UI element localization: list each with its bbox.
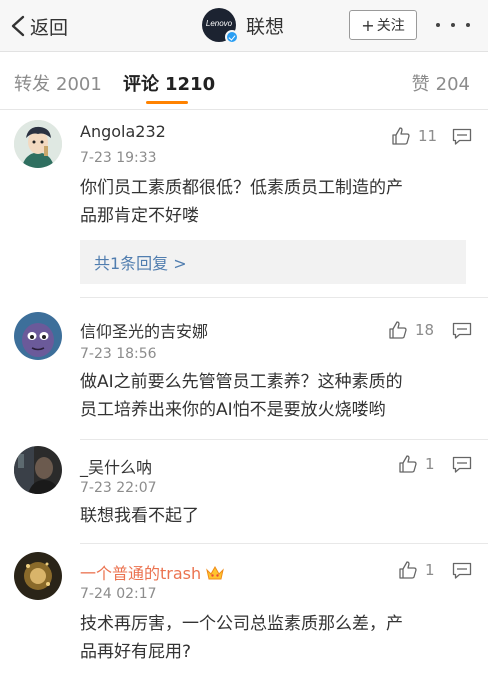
comment-timestamp: 7-23 22:07 (80, 480, 157, 496)
back-button[interactable]: 返回 (10, 12, 68, 40)
like-button[interactable]: 11 (391, 126, 437, 146)
photo-avatar-icon (14, 552, 62, 600)
like-button[interactable]: 18 (388, 320, 434, 340)
comment-username[interactable]: 一个普通的trash (80, 560, 225, 584)
photo-avatar-icon (14, 446, 62, 494)
chevron-left-icon (11, 15, 25, 37)
comment-text-line: 技术再厉害，一个公司总监素质那么差，产 (80, 614, 403, 634)
avatar[interactable] (14, 312, 62, 360)
comment-bubble-icon[interactable] (452, 456, 472, 474)
comment-item: Angola232 7-23 19:33 11 你们员工素质都很低？低素质员工制… (0, 110, 488, 298)
tab-comments-count: 1210 (165, 74, 216, 95)
account-avatar[interactable]: Lenovo (202, 8, 239, 44)
comment-text: 做AI之前要么先管管员工素养？这种素质的 员工培养出来你的AI怕不是要放火烧喽哟 (80, 368, 470, 424)
plus-icon: + (361, 15, 375, 35)
like-count: 18 (415, 321, 435, 339)
comment-text-line: 品那肯定不好喽 (80, 206, 199, 226)
comment-username-text: 一个普通的trash (80, 564, 202, 583)
avatar[interactable] (14, 120, 62, 168)
tab-likes-count: 204 (435, 74, 470, 95)
like-count: 11 (418, 127, 438, 145)
like-button[interactable]: 1 (398, 454, 435, 474)
dot (466, 23, 470, 27)
cartoon-avatar-icon (14, 120, 62, 168)
comment-text-line: 品再好有屁用? (80, 642, 192, 662)
thumbs-up-icon (399, 561, 417, 579)
tab-repost-label: 转发 (14, 74, 50, 95)
thumbs-up-icon (392, 127, 410, 145)
comment-item: 信仰圣光的吉安娜 7-23 18:56 18 做AI之前要么先管管员工素养？这种… (0, 298, 488, 440)
comment-bubble-icon[interactable] (452, 128, 472, 146)
comment-text: 技术再厉害，一个公司总监素质那么差，产 品再好有屁用? (80, 610, 470, 666)
comment-bubble-icon[interactable] (452, 562, 472, 580)
comment-text-line: 做AI之前要么先管管员工素养？这种素质的 (80, 372, 403, 392)
comment-text: 联想我看不起了 (80, 502, 470, 530)
view-replies-button[interactable]: 共1条回复 > (80, 240, 466, 284)
view-replies-label: 共1条回复 > (94, 254, 187, 273)
cartoon-avatar-icon (14, 312, 62, 360)
back-label: 返回 (30, 16, 69, 39)
more-dots-icon[interactable] (436, 14, 470, 36)
comment-text-line: 你们员工素质都很低？低素质员工制造的产 (80, 178, 403, 198)
comment-timestamp: 7-24 02:17 (80, 586, 157, 602)
dot (451, 23, 455, 27)
follow-label: 关注 (376, 18, 405, 34)
tab-comments[interactable]: 评论 1210 (123, 70, 215, 96)
comment-bubble-icon[interactable] (452, 322, 472, 340)
thumbs-up-icon (399, 455, 417, 473)
dot (436, 23, 440, 27)
comment-item: 一个普通的trash 7-24 02:17 1 技术再厉害，一个公司总监素质那么… (0, 544, 488, 676)
comment-username[interactable]: 信仰圣光的吉安娜 (80, 318, 208, 342)
comment-username[interactable]: _吴什么呐 (80, 454, 152, 478)
tab-repost-count: 2001 (56, 74, 102, 95)
top-nav-bar: 返回 Lenovo 联想 + 关注 (0, 0, 488, 52)
comment-username[interactable]: Angola232 (80, 122, 166, 141)
comment-text-line: 联想我看不起了 (80, 506, 199, 526)
comment-timestamp: 7-23 18:56 (80, 346, 157, 362)
active-tab-indicator (146, 101, 188, 104)
like-button[interactable]: 1 (398, 560, 435, 580)
tab-likes[interactable]: 赞 204 (412, 70, 470, 96)
tab-likes-label: 赞 (411, 74, 430, 95)
crown-icon (206, 565, 225, 580)
tab-repost[interactable]: 转发 2001 (14, 70, 102, 96)
avatar[interactable] (14, 446, 62, 494)
avatar[interactable] (14, 552, 62, 600)
comment-timestamp: 7-23 19:33 (80, 150, 157, 166)
comment-item: _吴什么呐 7-23 22:07 1 联想我看不起了 (0, 440, 488, 544)
verified-badge-icon (225, 30, 239, 44)
tab-bar: 转发 2001 评论 1210 赞 204 (0, 52, 488, 110)
account-name: 联想 (246, 15, 285, 38)
lenovo-logo-text: Lenovo (205, 19, 233, 28)
like-count: 1 (425, 455, 435, 473)
account-header[interactable]: Lenovo 联想 (202, 8, 285, 44)
follow-button[interactable]: + 关注 (349, 10, 417, 40)
like-count: 1 (425, 561, 435, 579)
comment-text: 你们员工素质都很低？低素质员工制造的产 品那肯定不好喽 (80, 174, 470, 230)
tab-comments-label: 评论 (123, 74, 159, 95)
comment-text-line: 员工培养出来你的AI怕不是要放火烧喽哟 (80, 400, 386, 420)
thumbs-up-icon (389, 321, 407, 339)
